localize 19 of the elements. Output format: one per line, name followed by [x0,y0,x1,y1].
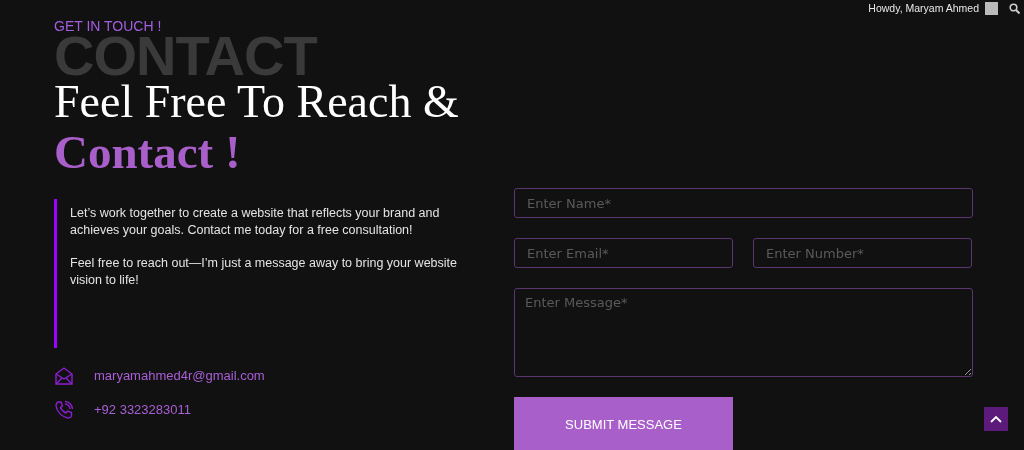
input-field[interactable]: Enter Number* [753,238,972,268]
email-link[interactable]: maryamahmed4r@gmail.com [94,368,265,384]
input-field[interactable]: Enter Email* [514,238,733,268]
avatar-icon[interactable] [985,1,998,15]
eyebrow-text: GET IN TOUCH ! [54,18,162,34]
submit-button[interactable]: SUBMIT MESSAGE [514,397,733,450]
scroll-top-button[interactable] [984,407,1008,431]
heading-accent: Contact ! [54,127,241,179]
intro-paragraph: Let’s work together to create a website that reflects your brand and achieves your goals. Contact me today for a free consultation! [70,204,441,239]
message-field[interactable]: Enter Message* [514,288,973,377]
heading: Feel Free To Reach & [54,79,459,125]
intro-paragraph: Feel free to reach out—I’m just a message away to bring your website vision to life! [70,254,458,289]
envelope-icon [54,365,74,386]
phone-icon [54,399,74,420]
phone-link[interactable]: +92 3323283011 [94,402,191,418]
search-icon[interactable] [1009,2,1020,14]
input-field[interactable]: Enter Name* [514,188,973,218]
chevron-up-icon [990,415,1002,423]
greeting-text[interactable]: Howdy, Maryam Ahmed [868,2,979,14]
